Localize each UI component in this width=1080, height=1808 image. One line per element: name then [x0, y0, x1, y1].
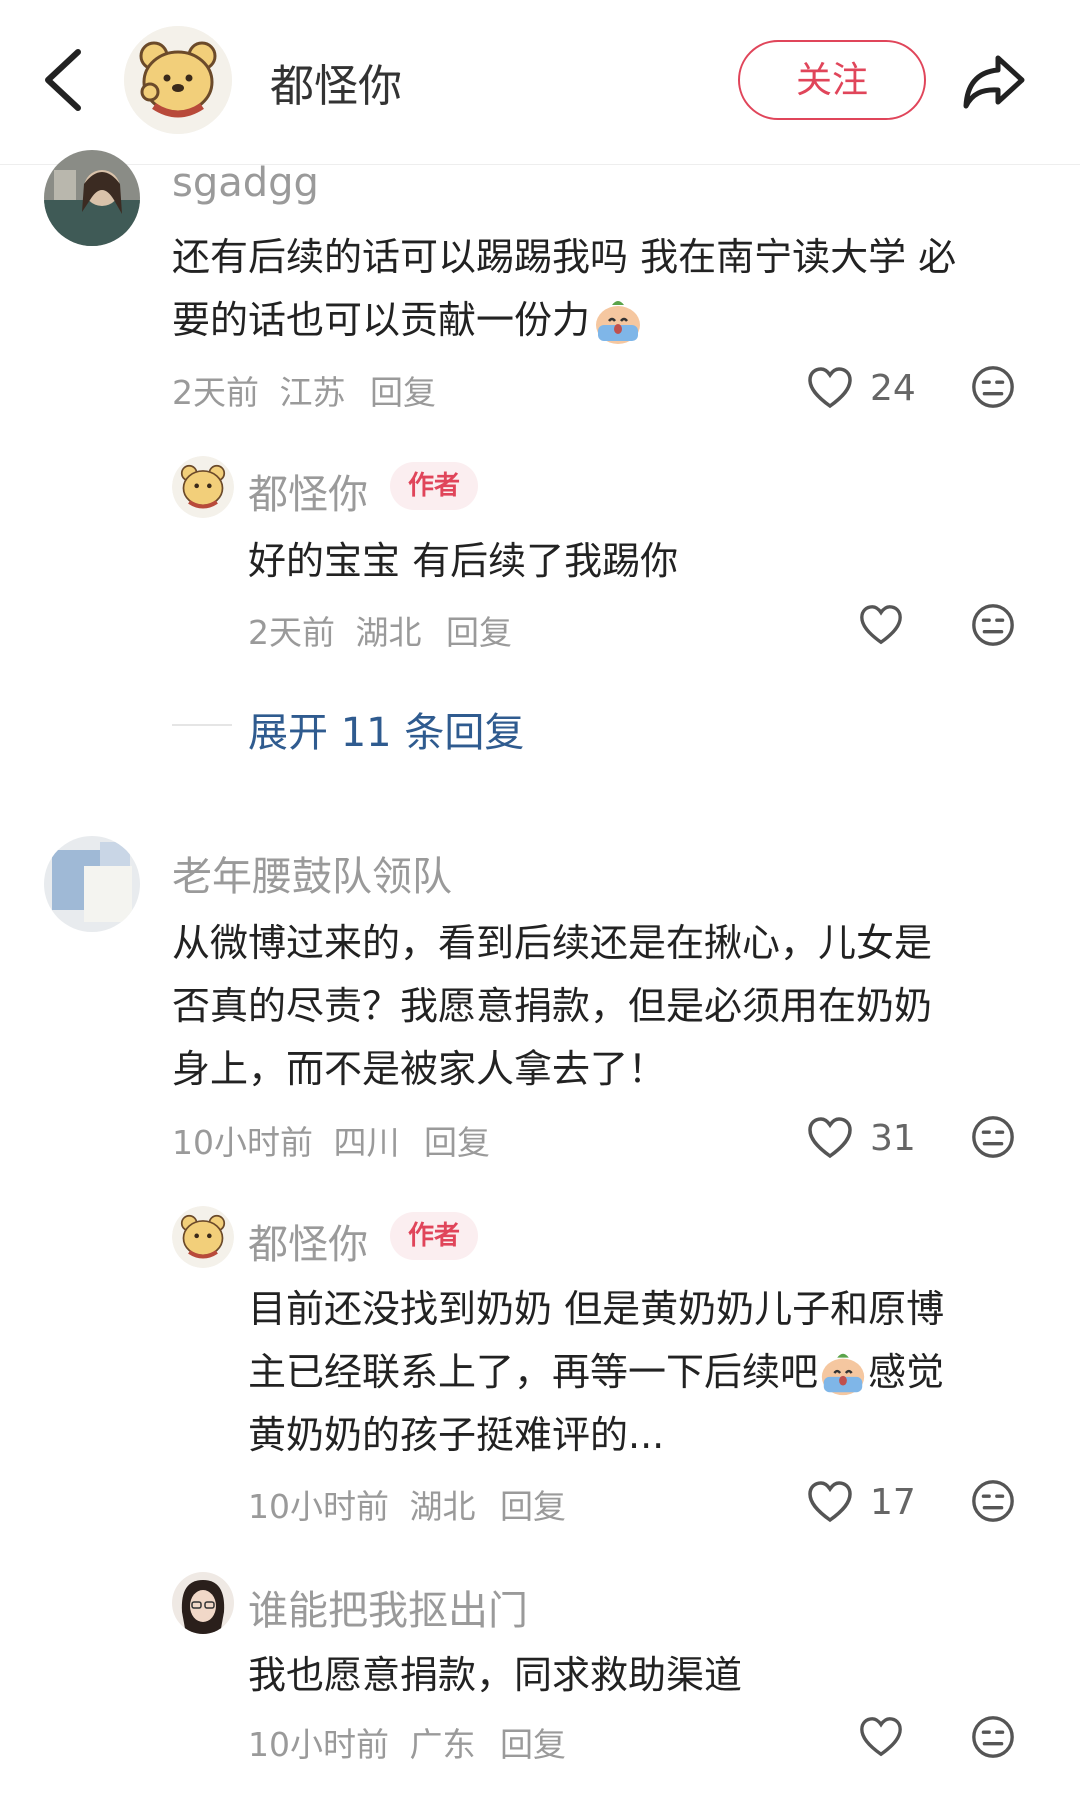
reply-text: 我也愿意捐款，同求救助渠道: [248, 1653, 743, 1697]
reply-location: 广东: [409, 1725, 476, 1764]
comment-time: 10小时前: [172, 1123, 313, 1162]
reply-username[interactable]: 都怪你: [248, 462, 368, 520]
reply-text-line: 目前还没找到奶奶 但是黄奶奶儿子和原博: [248, 1287, 945, 1331]
bear-avatar-icon: [172, 456, 234, 518]
comment-meta: 10小时前 四川 回复: [172, 1116, 490, 1164]
reply-button[interactable]: 回复: [500, 1487, 566, 1526]
back-arrow-icon[interactable]: [38, 46, 90, 114]
reply-text: 好的宝宝 有后续了我踢你: [248, 539, 679, 583]
comment-text-line: 身上，而不是被家人拿去了！: [172, 1047, 667, 1091]
author-badge: 作者: [390, 1212, 479, 1260]
reply-button[interactable]: 回复: [424, 1123, 490, 1162]
follow-button[interactable]: 关注: [738, 40, 926, 120]
comment-username[interactable]: 老年腰鼓队领队: [172, 844, 452, 902]
like-count: 31: [870, 1118, 916, 1159]
user-avatar-laonian[interactable]: [44, 836, 140, 932]
reply-text-span: 感觉: [868, 1350, 945, 1394]
reply-button[interactable]: 回复: [446, 613, 512, 652]
heart-icon[interactable]: [806, 1114, 854, 1162]
reply-username[interactable]: 都怪你: [248, 1212, 368, 1270]
author-avatar-small[interactable]: [172, 1206, 234, 1268]
reply-location: 湖北: [355, 613, 422, 652]
heart-icon[interactable]: [806, 364, 854, 412]
comment-text-line: 要的话也可以贡献一份力: [172, 289, 1052, 352]
expand-replies-link[interactable]: 展开 11 条回复: [248, 700, 524, 758]
reply-username[interactable]: 谁能把我抠出门: [248, 1578, 528, 1636]
neutral-face-icon[interactable]: [970, 602, 1016, 648]
photo-avatar-icon: [44, 150, 140, 246]
heart-icon[interactable]: [858, 602, 904, 648]
comment-location: 江苏: [279, 373, 346, 412]
heart-icon[interactable]: [806, 1478, 854, 1526]
neutral-face-icon[interactable]: [970, 1478, 1016, 1524]
neutral-face-icon[interactable]: [970, 1114, 1016, 1160]
user-avatar-sgadgg[interactable]: [44, 150, 140, 246]
user-avatar-small[interactable]: [172, 1572, 234, 1634]
reply-button[interactable]: 回复: [370, 373, 436, 412]
photo-avatar-icon: [172, 1572, 234, 1634]
author-avatar[interactable]: [124, 26, 232, 134]
reply-button[interactable]: 回复: [500, 1725, 566, 1764]
comment-text: 从微博过来的，看到后续还是在揪心，儿女是 否真的尽责？我愿意捐款，但是必须用在奶…: [172, 912, 1052, 1101]
crying-emoji-icon: [596, 300, 641, 344]
reply-meta: 2天前 湖北 回复: [248, 606, 512, 654]
comment-text-line: 从微博过来的，看到后续还是在揪心，儿女是: [172, 921, 933, 965]
neutral-face-icon[interactable]: [970, 364, 1016, 410]
top-bar: 都怪你 关注: [0, 0, 1080, 165]
comment-location: 四川: [333, 1123, 400, 1162]
bear-avatar-icon: [124, 26, 232, 134]
author-name: 都怪你: [270, 61, 402, 112]
comment-time: 2天前: [172, 373, 259, 412]
crying-emoji-icon: [821, 1353, 865, 1395]
reply-meta: 10小时前 湖北 回复: [248, 1480, 566, 1528]
comment-username[interactable]: sgadgg: [172, 160, 319, 206]
heart-icon[interactable]: [858, 1714, 904, 1760]
like-count: 17: [870, 1482, 916, 1523]
reply-time: 10小时前: [248, 1725, 389, 1764]
comment-text-span: 要的话也可以贡献一份力: [172, 298, 591, 342]
author-badge: 作者: [390, 462, 479, 510]
comment-text-line: 否真的尽责？我愿意捐款，但是必须用在奶奶: [172, 984, 933, 1028]
comment-text: 还有后续的话可以踢踢我吗 我在南宁读大学 必 要的话也可以贡献一份力: [172, 226, 1052, 352]
reply-time: 10小时前: [248, 1487, 389, 1526]
author-avatar-small[interactable]: [172, 456, 234, 518]
reply-time: 2天前: [248, 613, 335, 652]
bear-avatar-icon: [172, 1206, 234, 1268]
expand-divider: [172, 724, 232, 726]
reply-text: 目前还没找到奶奶 但是黄奶奶儿子和原博 主已经联系上了，再等一下后续吧 感觉 黄…: [248, 1278, 1048, 1467]
share-icon[interactable]: [958, 44, 1030, 116]
neutral-face-icon[interactable]: [970, 1714, 1016, 1760]
reply-location: 湖北: [409, 1487, 476, 1526]
reply-meta: 10小时前 广东 回复: [248, 1718, 566, 1766]
reply-text-line: 黄奶奶的孩子挺难评的...: [248, 1413, 665, 1457]
comment-text-line: 还有后续的话可以踢踢我吗 我在南宁读大学 必: [172, 235, 957, 279]
reply-text-line: 主已经联系上了，再等一下后续吧 感觉: [248, 1341, 1048, 1404]
like-count: 24: [870, 368, 916, 409]
comment-meta: 2天前 江苏 回复: [172, 366, 436, 414]
photo-avatar-icon: [44, 836, 140, 932]
reply-text-span: 主已经联系上了，再等一下后续吧: [248, 1350, 819, 1394]
